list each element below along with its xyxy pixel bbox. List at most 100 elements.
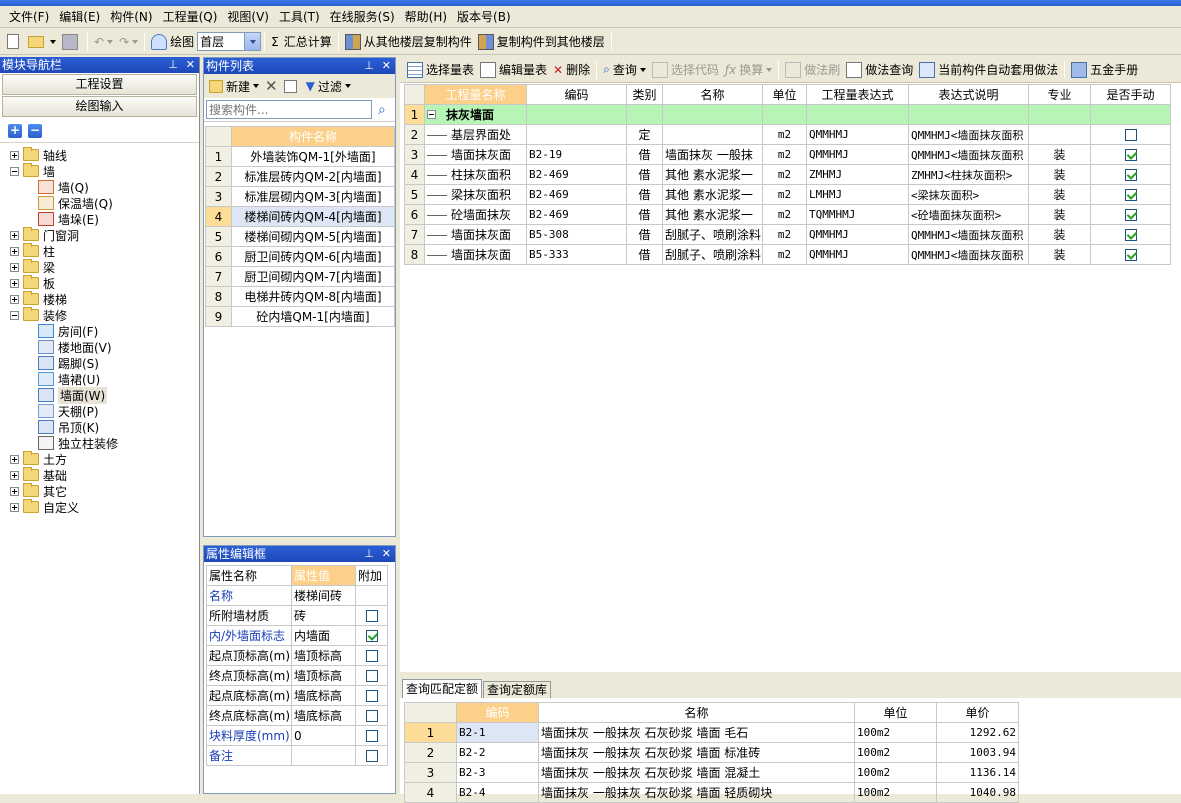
manual-checkbox[interactable]	[1124, 149, 1137, 161]
cell-title[interactable]: 其他 素水泥浆一	[662, 184, 763, 205]
cell-desc[interactable]: <梁抹灰面积>	[908, 184, 1029, 205]
col-header[interactable]: 工程量名称	[424, 84, 527, 105]
cell-unit[interactable]: m2	[762, 124, 807, 145]
cell-desc[interactable]: <砼墙面抹灰面积>	[908, 204, 1029, 225]
expand-icon[interactable]	[10, 470, 19, 480]
manual-checkbox[interactable]	[1124, 189, 1137, 201]
component-name-cell[interactable]: 楼梯间砌内QM-5[内墙面]	[231, 226, 395, 247]
table-row[interactable]: 2 标准层砖内QM-2[内墙面]	[205, 166, 395, 187]
manual-checkbox[interactable]	[1124, 209, 1137, 221]
close-icon[interactable]: ✕	[382, 546, 391, 562]
cell-code[interactable]: B5-333	[526, 244, 627, 265]
close-icon[interactable]: ✕	[382, 58, 391, 74]
extra-checkbox[interactable]	[365, 730, 378, 742]
component-name-cell[interactable]: 楼梯间砖内QM-4[内墙面]	[231, 206, 395, 227]
expand-icon[interactable]	[10, 150, 19, 160]
sum-calc-button[interactable]: Σ 汇总计算	[268, 31, 335, 53]
extra-checkbox[interactable]	[365, 650, 378, 662]
cell-major[interactable]: 装	[1028, 244, 1091, 265]
menu-edit[interactable]: 编辑(E)	[54, 6, 105, 28]
property-value[interactable]: 墙顶标高	[291, 645, 356, 666]
cell-title[interactable]: 刮腻子、喷刷涂料	[662, 224, 763, 245]
cell-major[interactable]: 装	[1028, 204, 1091, 225]
extra-checkbox[interactable]	[365, 690, 378, 702]
quota-name[interactable]: 墙面抹灰 一般抹灰 石灰砂浆 墙面 混凝土	[538, 762, 855, 783]
tree-node[interactable]: 独立柱装修	[0, 435, 199, 451]
expand-icon[interactable]	[10, 486, 19, 496]
expand-all-icon[interactable]: +	[8, 124, 22, 138]
query-button[interactable]: ⌕ 查询	[600, 59, 649, 81]
close-icon[interactable]: ✕	[186, 57, 195, 73]
manual-checkbox[interactable]	[1124, 169, 1137, 181]
table-row[interactable]: 7 墙面抹灰面 B5-308 借刮腻子、喷刷涂料 m2 QMMHMJ QMMHMJ<墙面抹灰…	[404, 224, 1171, 245]
pin-icon[interactable]: ⊥	[364, 546, 374, 562]
component-name-cell[interactable]: 电梯井砖内QM-8[内墙面]	[231, 286, 395, 307]
cell-unit[interactable]: m2	[762, 204, 807, 225]
cell-title[interactable]	[662, 124, 763, 145]
menu-online-service[interactable]: 在线服务(S)	[325, 6, 400, 28]
quantity-name-cell[interactable]: 基层界面处	[424, 124, 527, 145]
cell-unit[interactable]: m2	[762, 244, 807, 265]
tree-node[interactable]: 土方	[0, 451, 199, 467]
cell-code[interactable]: B5-308	[526, 224, 627, 245]
cell-code[interactable]: B2-469	[526, 204, 627, 225]
tree-node[interactable]: 墙面(W)	[0, 386, 199, 404]
open-file-button[interactable]	[25, 31, 59, 53]
manual-checkbox[interactable]	[1124, 129, 1137, 141]
col-header[interactable]: 工程量表达式	[806, 84, 909, 105]
tree-node[interactable]: 门窗洞	[0, 227, 199, 243]
col-header[interactable]: 单价	[936, 702, 1019, 723]
extra-checkbox[interactable]	[365, 750, 378, 762]
delete-button[interactable]: ✕ 删除	[550, 59, 593, 81]
quota-unit[interactable]: 100m2	[854, 762, 937, 783]
menu-help[interactable]: 帮助(H)	[400, 6, 452, 28]
quota-code[interactable]: B2-3	[456, 762, 539, 783]
expand-icon[interactable]	[10, 262, 19, 272]
col-header[interactable]: 名称	[662, 84, 763, 105]
cell-title[interactable]: 其他 素水泥浆一	[662, 164, 763, 185]
menu-file[interactable]: 文件(F)	[4, 6, 54, 28]
edit-table-button[interactable]: 编辑量表	[477, 59, 550, 81]
cell-expr[interactable]: QMMHMJ	[806, 244, 909, 265]
cell-cat[interactable]: 借	[626, 204, 663, 225]
tree-node[interactable]: 梁	[0, 259, 199, 275]
cell-desc[interactable]: QMMHMJ<墙面抹灰面积	[908, 124, 1029, 145]
cell-code[interactable]	[526, 124, 627, 145]
property-value[interactable]: 砖	[291, 605, 356, 626]
col-header[interactable]: 名称	[538, 702, 855, 723]
cell-desc[interactable]: QMMHMJ<墙面抹灰面积	[908, 244, 1029, 265]
col-header[interactable]: 类别	[626, 84, 663, 105]
hardware-manual-button[interactable]: 五金手册	[1068, 59, 1141, 81]
property-value[interactable]: 墙顶标高	[291, 665, 356, 686]
table-row[interactable]: 7 厨卫间砌内QM-7[内墙面]	[205, 266, 395, 287]
table-row[interactable]: 1 B2-1 墙面抹灰 一般抹灰 石灰砂浆 墙面 毛石 100m2 1292.62	[404, 722, 1019, 743]
extra-checkbox[interactable]	[365, 630, 378, 642]
quota-unit[interactable]: 100m2	[854, 782, 937, 803]
col-header[interactable]: 表达式说明	[908, 84, 1029, 105]
tab-query-matched-quota[interactable]: 查询匹配定额	[402, 679, 483, 698]
extra-checkbox[interactable]	[365, 670, 378, 682]
redo-button[interactable]: ↷	[116, 31, 141, 53]
tree-node[interactable]: 踢脚(S)	[0, 355, 199, 371]
cell-major[interactable]: 装	[1028, 164, 1091, 185]
cell-expr[interactable]: QMMHMJ	[806, 124, 909, 145]
method-brush-button[interactable]: 做法刷	[782, 59, 843, 81]
project-settings-button[interactable]: 工程设置	[2, 74, 197, 95]
quantity-name-cell[interactable]: 墙面抹灰面	[424, 244, 527, 265]
quota-price[interactable]: 1292.62	[936, 722, 1019, 743]
expand-icon[interactable]	[10, 246, 19, 256]
table-row[interactable]: 8 墙面抹灰面 B5-333 借刮腻子、喷刷涂料 m2 QMMHMJ QMMHMJ<墙面抹灰…	[404, 244, 1171, 265]
delete-component-button[interactable]: ✕	[262, 75, 281, 97]
cell-desc[interactable]: QMMHMJ<墙面抹灰面积	[908, 144, 1029, 165]
collapse-icon[interactable]	[10, 166, 19, 176]
cell-expr[interactable]: LMHMJ	[806, 184, 909, 205]
property-value[interactable]: 0	[291, 725, 356, 746]
cell-expr[interactable]: TQMMHMJ	[806, 204, 909, 225]
cell-cat[interactable]: 借	[626, 164, 663, 185]
convert-button[interactable]: ƒx 换算	[722, 59, 775, 81]
cell-major[interactable]: 装	[1028, 184, 1091, 205]
table-row[interactable]: 6 砼墙面抹灰 B2-469 借其他 素水泥浆一 m2 TQMMHMJ <砼墙面抹灰面积> 装	[404, 204, 1171, 225]
table-row[interactable]: 2 B2-2 墙面抹灰 一般抹灰 石灰砂浆 墙面 标准砖 100m2 1003.94	[404, 742, 1019, 763]
cell-desc[interactable]: ZMHMJ<柱抹灰面积>	[908, 164, 1029, 185]
tree-node[interactable]: 墙垛(E)	[0, 211, 199, 227]
